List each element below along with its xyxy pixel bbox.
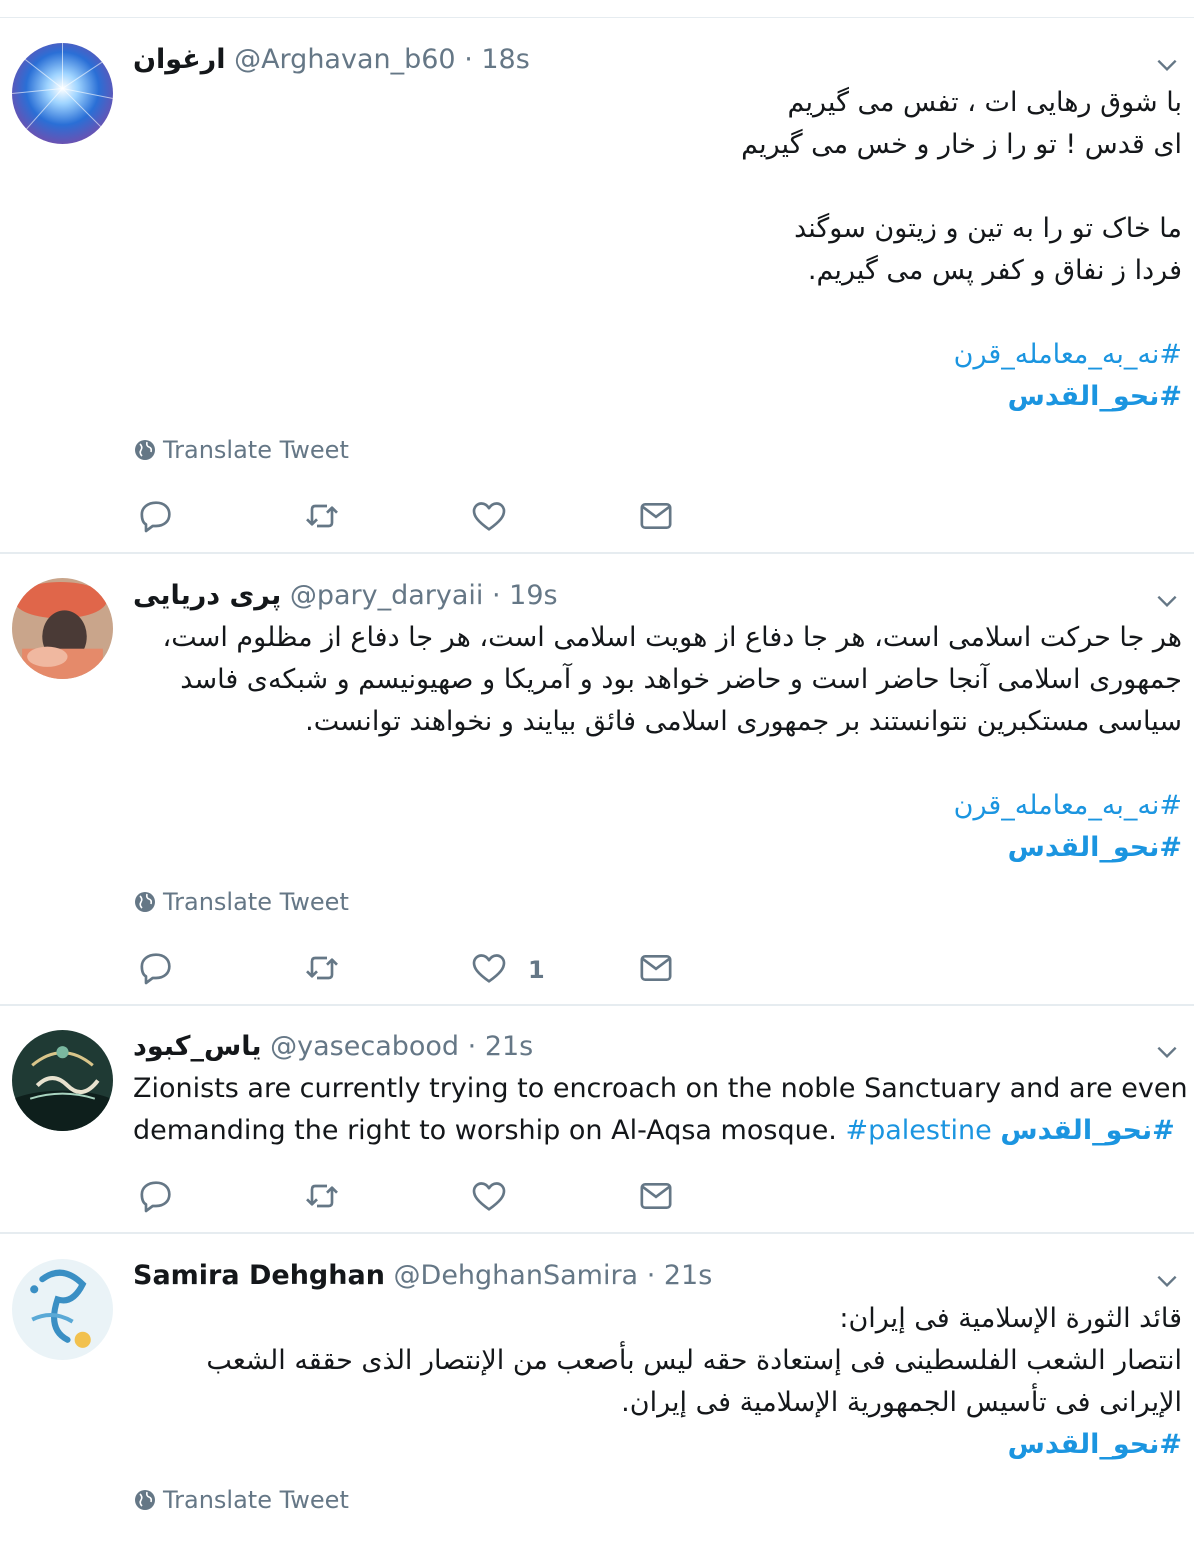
handle[interactable]: @DehghanSamira (394, 1260, 639, 1291)
tweet-line: هر جا حرکت اسلامی است، هر جا دفاع از هوی… (162, 622, 1182, 653)
globe-icon (135, 892, 155, 912)
tweet-line: الإیرانی فی تأسیس الجمهوریة الإسلامیة فی… (621, 1387, 1182, 1418)
tweet[interactable]: Samira Dehghan @DehghanSamira · 21s قائد… (0, 1234, 1194, 1546)
translate-label: Translate Tweet (163, 888, 349, 916)
avatar[interactable] (12, 43, 113, 144)
tweet-line: جمهوری اسلامی آنجا حاضر است و حاضر خواهد… (180, 664, 1182, 695)
avatar[interactable] (12, 1259, 113, 1360)
like-icon[interactable] (469, 496, 509, 536)
tweet-header: Samira Dehghan @DehghanSamira · 21s (133, 1256, 1134, 1296)
translate-tweet-link[interactable]: Translate Tweet (133, 886, 349, 918)
tweet-header: پری دریایی @pary_daryaii · 19s (133, 576, 1134, 616)
chevron-down-icon[interactable] (1154, 588, 1180, 614)
message-icon[interactable] (636, 948, 676, 988)
tweet-timeline: ارغوان @Arghavan_b60 · 18s با شوق رهایی … (0, 0, 1194, 1546)
tweet-line: سیاسی مستکبرین نتوانستند بر جمهوری اسلام… (305, 706, 1182, 737)
chevron-down-icon[interactable] (1154, 1268, 1180, 1294)
translate-label: Translate Tweet (163, 1486, 349, 1514)
tweet[interactable]: ارغوان @Arghavan_b60 · 18s با شوق رهایی … (0, 0, 1194, 552)
tweet-line: ای قدس ! تو را ز خار و خس می گیریم (741, 129, 1182, 160)
timestamp[interactable]: · 19s (492, 580, 558, 611)
hashtag-link[interactable]: #نحو_القدس (133, 827, 1182, 869)
hashtag-link[interactable]: #نه_به_معامله_قرن (133, 334, 1182, 376)
hashtag-link[interactable]: #نحو_القدس (133, 1424, 1182, 1466)
tweet-text: قائد الثورة الإسلامية فی إیران: انتصار ا… (133, 1298, 1182, 1466)
display-name[interactable]: یاس_کبود (133, 1031, 262, 1062)
like-icon[interactable] (469, 1176, 509, 1216)
globe-icon (135, 1490, 155, 1510)
tweet-line: با شوق رهایی ات ، تفس می گیریم (787, 87, 1182, 118)
tweet-line: فردا ز نفاق و کفر پس می گیریم. (807, 255, 1182, 286)
tweet[interactable]: یاس_کبود @yasecabood · 21s Zionists are … (0, 1006, 1194, 1232)
translate-tweet-link[interactable]: Translate Tweet (133, 434, 349, 466)
message-icon[interactable] (636, 1176, 676, 1216)
tweet-line: ما خاک تو را به تین و زیتون سوگند (794, 213, 1182, 244)
like-count: 1 (528, 956, 545, 984)
tweet-header: یاس_کبود @yasecabood · 21s (133, 1027, 1134, 1067)
avatar[interactable] (12, 578, 113, 679)
tweet-text: Zionists are currently trying to encroac… (133, 1068, 1188, 1152)
handle[interactable]: @Arghavan_b60 (234, 44, 456, 75)
tweet-text: هر جا حرکت اسلامی است، هر جا دفاع از هوی… (133, 617, 1182, 869)
timestamp[interactable]: · 18s (464, 44, 530, 75)
tweet[interactable]: پری دریایی @pary_daryaii · 19s هر جا حرک… (0, 554, 1194, 1004)
like-icon[interactable] (469, 948, 509, 988)
retweet-icon[interactable] (302, 1176, 342, 1216)
hashtag-link[interactable]: #نحو_القدس (1000, 1115, 1174, 1146)
display-name[interactable]: ارغوان (133, 44, 225, 75)
reply-icon[interactable] (136, 948, 176, 988)
translate-label: Translate Tweet (163, 436, 349, 464)
translate-tweet-link[interactable]: Translate Tweet (133, 1484, 349, 1516)
timestamp[interactable]: · 21s (468, 1031, 534, 1062)
globe-icon (135, 440, 155, 460)
message-icon[interactable] (636, 496, 676, 536)
hashtag-link[interactable]: #نه_به_معامله_قرن (133, 785, 1182, 827)
retweet-icon[interactable] (302, 496, 342, 536)
display-name[interactable]: پری دریایی (133, 580, 281, 611)
tweet-line: demanding the right to worship on Al-Aqs… (133, 1115, 837, 1146)
reply-icon[interactable] (136, 1176, 176, 1216)
tweet-line: انتصار الشعب الفلسطینی فی إستعادة حقه لی… (206, 1345, 1182, 1376)
tweet-text: با شوق رهایی ات ، تفس می گیریم ای قدس ! … (133, 82, 1182, 418)
chevron-down-icon[interactable] (1154, 52, 1180, 78)
hashtag-link[interactable]: #نحو_القدس (133, 376, 1182, 418)
tweet-line: Zionists are currently trying to encroac… (133, 1073, 1188, 1104)
tweet-header: ارغوان @Arghavan_b60 · 18s (133, 40, 1134, 80)
tweet-line: قائد الثورة الإسلامية فی إیران: (839, 1303, 1182, 1334)
avatar[interactable] (12, 1030, 113, 1131)
display-name[interactable]: Samira Dehghan (133, 1260, 385, 1291)
timestamp[interactable]: · 21s (647, 1260, 713, 1291)
handle[interactable]: @pary_daryaii (290, 580, 484, 611)
reply-icon[interactable] (136, 496, 176, 536)
chevron-down-icon[interactable] (1154, 1039, 1180, 1065)
retweet-icon[interactable] (302, 948, 342, 988)
hashtag-link[interactable]: #palestine (845, 1115, 991, 1146)
handle[interactable]: @yasecabood (270, 1031, 459, 1062)
